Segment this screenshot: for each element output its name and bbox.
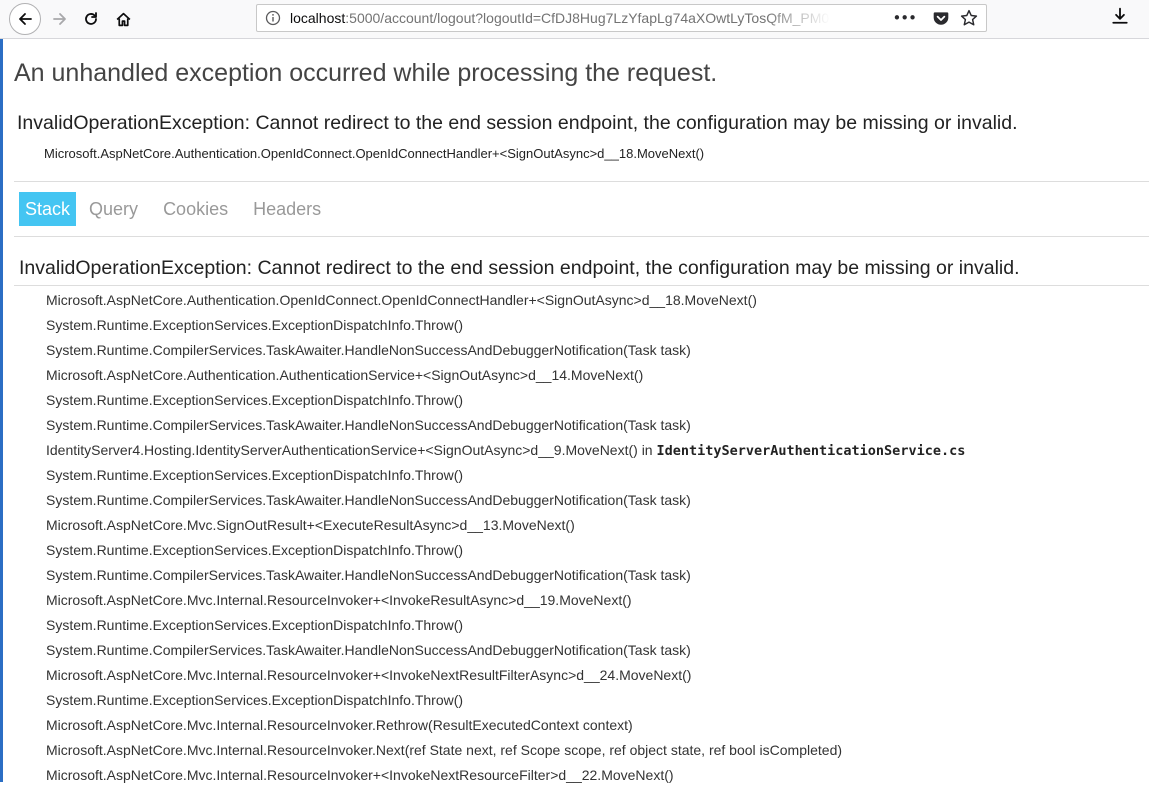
home-button[interactable] [107,3,139,35]
frame-method: System.Runtime.ExceptionServices.Excepti… [46,692,464,708]
frame-method: System.Runtime.CompilerServices.TaskAwai… [46,642,691,658]
back-button[interactable] [9,3,41,35]
stack-frame[interactable]: IdentityServer4.Hosting.IdentityServerAu… [46,440,965,465]
stack-frame[interactable]: System.Runtime.CompilerServices.TaskAwai… [46,340,965,365]
stack-frame[interactable]: Microsoft.AspNetCore.Mvc.Internal.Resour… [46,715,965,740]
divider [14,236,1149,237]
stack-frame[interactable]: Microsoft.AspNetCore.Mvc.SignOutResult+<… [46,515,965,540]
stack-frame[interactable]: System.Runtime.ExceptionServices.Excepti… [46,615,965,640]
reload-button[interactable] [75,3,107,35]
error-page: An unhandled exception occurred while pr… [0,39,1149,783]
back-arrow-icon [19,13,32,25]
frame-method: Microsoft.AspNetCore.Mvc.Internal.Resour… [46,667,692,683]
browser-toolbar: localhost:5000/account/logout?logoutId=C… [0,0,1149,39]
url-actions: ••• [892,8,978,28]
divider [14,181,1149,182]
frame-method: Microsoft.AspNetCore.Mvc.SignOutResult+<… [46,517,575,533]
page-title: An unhandled exception occurred while pr… [14,59,718,87]
address-bar[interactable]: localhost:5000/account/logout?logoutId=C… [256,4,987,32]
frame-method: System.Runtime.ExceptionServices.Excepti… [46,392,464,408]
exception-message: InvalidOperationException: Cannot redire… [17,112,1018,134]
forward-arrow-icon [53,13,66,25]
tab-headers[interactable]: Headers [241,192,333,226]
frame-method: System.Runtime.ExceptionServices.Excepti… [46,467,464,483]
download-button[interactable] [1111,7,1129,29]
frame-method: System.Runtime.CompilerServices.TaskAwai… [46,492,691,508]
frame-method: System.Runtime.CompilerServices.TaskAwai… [46,417,691,433]
stack-frame[interactable]: Microsoft.AspNetCore.Authentication.Open… [46,290,965,315]
stack-frame-list: Microsoft.AspNetCore.Authentication.Open… [46,290,965,790]
frame-method: Microsoft.AspNetCore.Mvc.Internal.Resour… [46,592,632,608]
stack-frame[interactable]: System.Runtime.CompilerServices.TaskAwai… [46,565,965,590]
stack-frame[interactable]: System.Runtime.CompilerServices.TaskAwai… [46,640,965,665]
frame-method: Microsoft.AspNetCore.Mvc.Internal.Resour… [46,767,674,783]
stack-frame[interactable]: System.Runtime.ExceptionServices.Excepti… [46,465,965,490]
divider [14,285,1149,286]
tab-bar: Stack Query Cookies Headers [19,192,334,226]
stack-frame[interactable]: System.Runtime.ExceptionServices.Excepti… [46,390,965,415]
stack-frame[interactable]: Microsoft.AspNetCore.Mvc.Internal.Resour… [46,740,965,765]
frame-source-file[interactable]: IdentityServerAuthenticationService.cs [656,443,965,459]
frame-method: Microsoft.AspNetCore.Mvc.Internal.Resour… [46,717,633,733]
stack-frame[interactable]: System.Runtime.CompilerServices.TaskAwai… [46,490,965,515]
url-text[interactable]: localhost:5000/account/logout?logoutId=C… [290,5,830,31]
more-dots-icon[interactable]: ••• [892,9,917,27]
frame-method: IdentityServer4.Hosting.IdentityServerAu… [46,442,657,458]
tab-query[interactable]: Query [77,192,150,226]
exception-location: Microsoft.AspNetCore.Authentication.Open… [44,146,705,161]
home-icon [116,12,130,26]
reload-icon [85,12,97,25]
tab-stack[interactable]: Stack [19,192,77,226]
frame-method: System.Runtime.ExceptionServices.Excepti… [46,317,464,333]
download-icon [1112,7,1128,24]
frame-method: Microsoft.AspNetCore.Authentication.Open… [46,292,757,308]
info-icon[interactable] [265,10,281,30]
stack-exception-title[interactable]: InvalidOperationException: Cannot redire… [19,257,1020,280]
frame-method: System.Runtime.CompilerServices.TaskAwai… [46,567,691,583]
pocket-icon[interactable] [932,9,950,27]
stack-frame[interactable]: System.Runtime.ExceptionServices.Excepti… [46,315,965,340]
stack-frame[interactable]: System.Runtime.CompilerServices.TaskAwai… [46,415,965,440]
frame-method: System.Runtime.ExceptionServices.Excepti… [46,617,464,633]
frame-method: System.Runtime.CompilerServices.TaskAwai… [46,342,691,358]
url-host: localhost [290,10,346,26]
stack-frame[interactable]: Microsoft.AspNetCore.Mvc.Internal.Resour… [46,665,965,690]
stack-frame[interactable]: Microsoft.AspNetCore.Mvc.Internal.Resour… [46,590,965,615]
frame-method: System.Runtime.ExceptionServices.Excepti… [46,542,464,558]
stack-frame[interactable]: Microsoft.AspNetCore.Mvc.Internal.Resour… [46,765,965,790]
tab-cookies[interactable]: Cookies [151,192,240,226]
bookmark-star-icon[interactable] [960,9,978,27]
frame-method: Microsoft.AspNetCore.Mvc.Internal.Resour… [46,742,843,758]
stack-frame[interactable]: Microsoft.AspNetCore.Authentication.Auth… [46,365,965,390]
stack-frame[interactable]: System.Runtime.ExceptionServices.Excepti… [46,690,965,715]
forward-button[interactable] [44,3,76,35]
stack-frame[interactable]: System.Runtime.ExceptionServices.Excepti… [46,540,965,565]
url-path: :5000/account/logout?logoutId=CfDJ8Hug7L… [345,10,830,26]
frame-method: Microsoft.AspNetCore.Authentication.Auth… [46,367,644,383]
